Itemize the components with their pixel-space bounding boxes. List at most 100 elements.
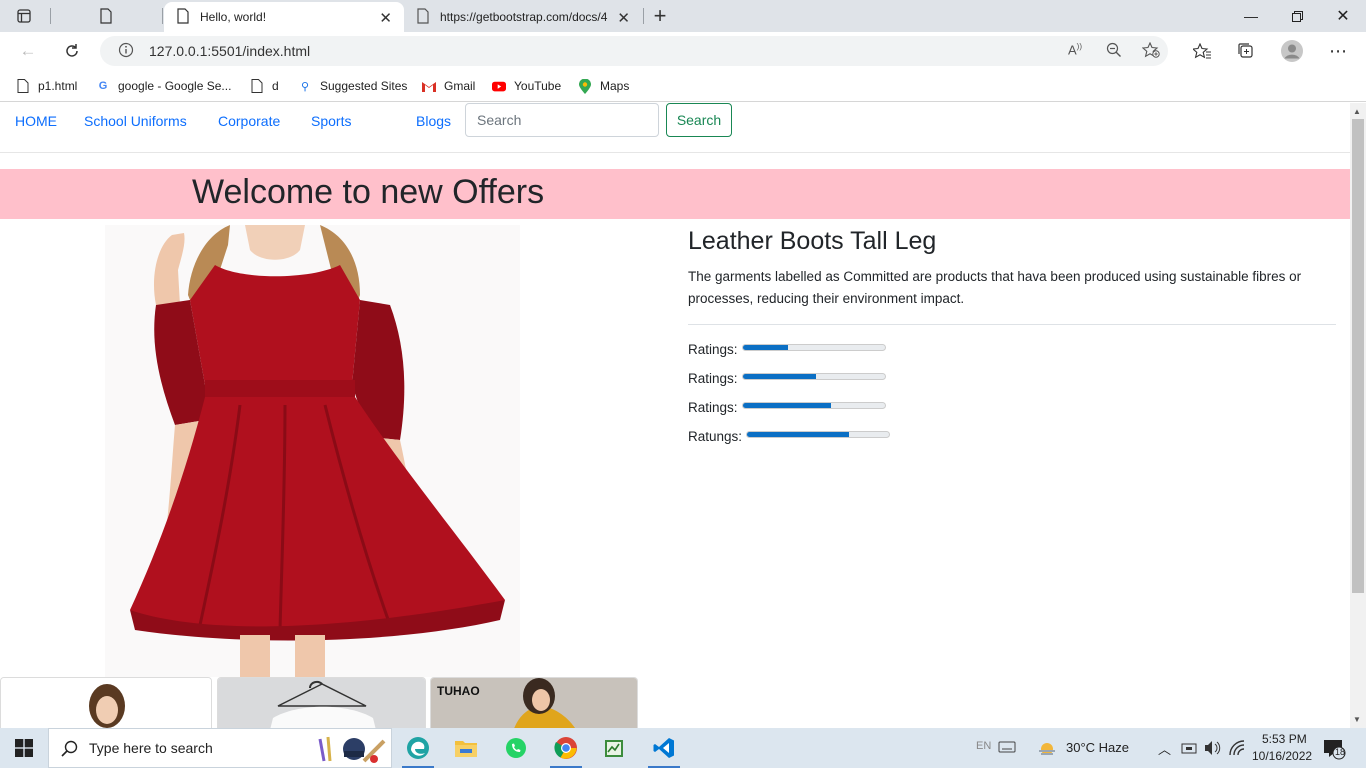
tab-actions-icon[interactable] [6, 4, 42, 28]
tab-title: https://getbootstrap.com/docs/4 [440, 10, 608, 24]
nav-link-blogs[interactable]: Blogs [416, 113, 451, 129]
rating-row: Ratungs: [688, 422, 1336, 451]
taskbar-search-placeholder: Type here to search [89, 740, 213, 756]
address-bar[interactable]: 127.0.0.1:5501/index.html A)) [100, 36, 1168, 66]
offers-banner: Welcome to new Offers [0, 169, 1350, 219]
profile-avatar[interactable] [1278, 40, 1306, 62]
taskbar-edge-icon[interactable] [394, 728, 442, 768]
search-icon [61, 740, 78, 762]
tab-hello-world[interactable]: Hello, world! ✕ [164, 2, 404, 32]
page-icon[interactable] [88, 4, 124, 28]
tab-separator [162, 8, 163, 24]
cricket-highlight-icon[interactable] [314, 733, 386, 770]
notification-icon[interactable]: 18 [1322, 738, 1346, 765]
search-input[interactable] [465, 103, 659, 137]
thumbnail-card[interactable] [217, 677, 426, 728]
divider [688, 324, 1336, 325]
minimize-icon[interactable]: — [1228, 0, 1274, 32]
scrollbar-thumb[interactable] [1352, 119, 1364, 593]
favorites-icon[interactable] [1190, 40, 1214, 62]
back-icon[interactable]: ← [14, 38, 42, 64]
windows-taskbar: Type here to search EN 30°C Haze ︿ 5:53 … [0, 728, 1366, 768]
language-indicator[interactable]: EN [976, 740, 991, 752]
clock-time[interactable]: 5:53 PM [1262, 732, 1307, 746]
page-scrollbar[interactable]: ▲ ▼ [1350, 103, 1366, 728]
rating-label: Ratings: [688, 342, 738, 357]
weather-icon[interactable] [1036, 738, 1058, 763]
favorite-youtube[interactable]: YouTube [492, 76, 561, 96]
nav-link-school-uniforms[interactable]: School Uniforms [84, 113, 187, 129]
rating-progress-bar [741, 344, 886, 351]
close-icon[interactable]: ✕ [617, 9, 630, 27]
wifi-icon[interactable] [1228, 740, 1246, 761]
page-icon [16, 79, 30, 93]
product-description: The garments labelled as Committed are p… [688, 269, 1302, 306]
keyboard-icon[interactable] [998, 740, 1016, 759]
rating-row: Ratings: [688, 393, 1336, 422]
favorite-label: Suggested Sites [320, 79, 408, 93]
favorite-google[interactable]: G google - Google Se... [96, 76, 232, 96]
taskbar-search-box[interactable]: Type here to search [48, 728, 392, 768]
search-button[interactable]: Search [666, 103, 732, 137]
zoom-out-icon[interactable] [1106, 42, 1122, 61]
close-icon[interactable]: ✕ [379, 9, 392, 27]
search-icon: ⚲ [300, 80, 310, 93]
taskbar-vscode-icon[interactable] [640, 728, 688, 768]
taskbar-task-manager-icon[interactable] [590, 728, 638, 768]
rating-progress-bar [746, 431, 891, 438]
web-page: HOME School Uniforms Corporate Sports Bl… [0, 103, 1350, 728]
thumbnail-card[interactable]: TUHAO [430, 677, 638, 728]
new-tab-icon[interactable]: + [642, 3, 678, 28]
add-favorite-icon[interactable] [1141, 41, 1160, 61]
thumbnail-card[interactable] [0, 677, 212, 728]
info-icon[interactable] [118, 42, 134, 61]
favorite-label: d [272, 79, 279, 93]
url-text: 127.0.0.1:5501/index.html [149, 43, 311, 59]
nav-link-home[interactable]: HOME [15, 113, 57, 129]
google-icon: G [98, 80, 108, 92]
taskbar-chrome-icon[interactable] [542, 728, 590, 768]
product-title: Leather Boots Tall Leg [688, 227, 937, 255]
refresh-icon[interactable] [58, 38, 86, 64]
nav-link-corporate[interactable]: Corporate [218, 113, 280, 129]
favorite-p1-html[interactable]: p1.html [16, 76, 77, 96]
nav-link-sports[interactable]: Sports [311, 113, 351, 129]
favorite-maps[interactable]: Maps [578, 76, 629, 96]
favorite-label: p1.html [38, 79, 78, 93]
volume-icon[interactable] [1204, 740, 1222, 761]
taskbar-whatsapp-icon[interactable] [492, 728, 540, 768]
collections-icon[interactable] [1234, 40, 1258, 62]
notification-count: 18 [1335, 747, 1346, 757]
thumbnail-strip: TUHAO [0, 677, 660, 728]
scroll-down-icon[interactable]: ▼ [1353, 715, 1361, 724]
windows-start-icon[interactable] [0, 728, 48, 768]
favorite-gmail[interactable]: Gmail [422, 76, 475, 96]
tab-bootstrap-docs[interactable]: https://getbootstrap.com/docs/4 ✕ [404, 2, 642, 32]
clock-date[interactable]: 10/16/2022 [1252, 749, 1312, 763]
more-options-icon[interactable]: ⋯ [1326, 40, 1350, 62]
window-close-icon[interactable]: ✕ [1320, 0, 1366, 32]
page-icon [250, 79, 264, 93]
rating-label: Ratings: [688, 400, 738, 415]
navbar: HOME School Uniforms Corporate Sports Bl… [0, 103, 1350, 153]
scroll-up-icon[interactable]: ▲ [1353, 107, 1361, 116]
ratings-list: Ratings: Ratings: Ratings: Ratungs: [688, 335, 1336, 451]
weather-text[interactable]: 30°C Haze [1066, 740, 1129, 755]
favorite-d[interactable]: d [250, 76, 279, 96]
product-image [0, 225, 660, 677]
favorites-bar: p1.html G google - Google Se... d ⚲ Sugg… [0, 70, 1366, 102]
gmail-icon [422, 79, 436, 93]
read-aloud-icon[interactable]: A)) [1068, 42, 1082, 57]
restore-icon[interactable] [1274, 0, 1320, 32]
favorite-suggested-sites[interactable]: ⚲ Suggested Sites [298, 76, 407, 96]
rating-progress-bar [741, 402, 886, 409]
taskbar-file-explorer-icon[interactable] [442, 728, 490, 768]
tab-separator [50, 8, 51, 24]
product-info: Leather Boots Tall Leg The garments labe… [688, 227, 1336, 451]
banner-title: Welcome to new Offers [192, 173, 545, 211]
rating-progress-fill [742, 345, 788, 350]
network-icon[interactable] [1180, 741, 1198, 760]
favorite-label: google - Google Se... [118, 79, 232, 93]
chevron-up-icon[interactable]: ︿ [1158, 739, 1171, 758]
tab-title: Hello, world! [200, 10, 267, 24]
